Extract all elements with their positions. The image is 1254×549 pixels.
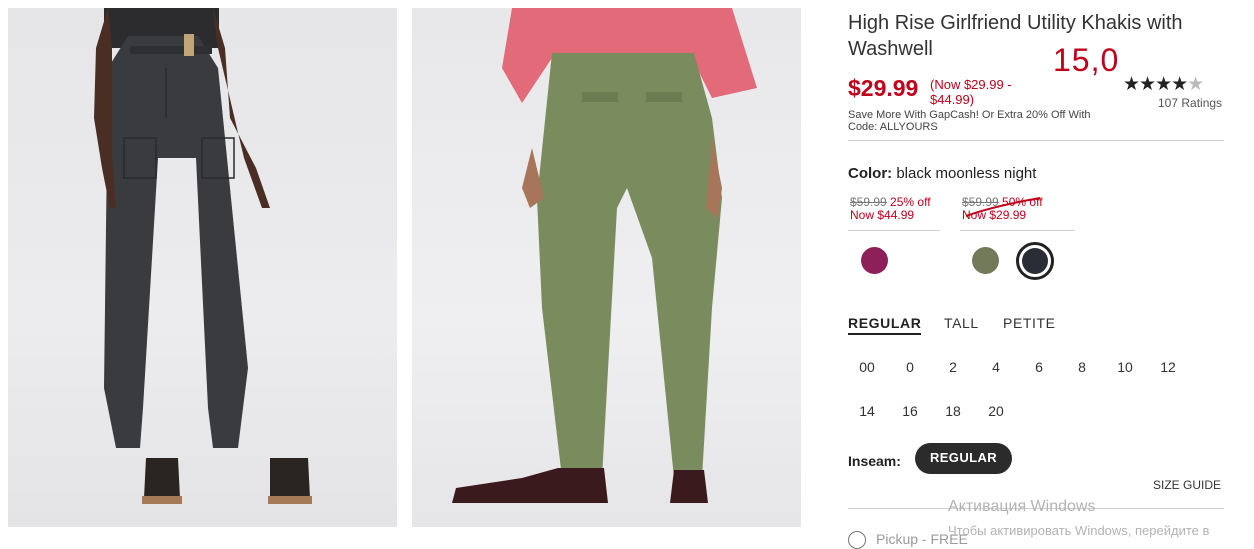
- size-option[interactable]: 4: [976, 359, 1016, 375]
- size-option[interactable]: 0: [890, 359, 930, 375]
- price-group-divider: [960, 230, 1074, 231]
- discount-label: 25% off: [890, 195, 931, 209]
- tab-tall[interactable]: TALL: [944, 315, 979, 331]
- rating-half-star: ★: [1187, 74, 1204, 95]
- price-group-1: $59.99 25% off Now $44.99: [850, 196, 931, 222]
- size-option[interactable]: 18: [933, 403, 973, 419]
- size-option[interactable]: 6: [1019, 359, 1059, 375]
- divider: [848, 140, 1224, 141]
- current-price: $29.99: [848, 75, 919, 101]
- product-image-back[interactable]: [412, 8, 801, 527]
- size-option[interactable]: 2: [933, 359, 973, 375]
- size-option[interactable]: 16: [890, 403, 930, 419]
- swatch-black-moonless-night[interactable]: [1022, 248, 1048, 274]
- inseam-regular-button[interactable]: REGULAR: [915, 443, 1012, 474]
- windows-activation-title: Активация Windows: [948, 498, 1096, 515]
- overlay-number: 15,0: [1053, 42, 1120, 78]
- size-option[interactable]: 00: [847, 359, 887, 375]
- product-title: High Rise Girlfriend Utility Khakis with…: [848, 12, 1183, 60]
- price-group-divider: [848, 230, 940, 231]
- size-option[interactable]: 8: [1062, 359, 1102, 375]
- swatch-magenta[interactable]: [861, 247, 888, 274]
- tab-regular[interactable]: REGULAR: [848, 315, 922, 335]
- promo-text: Save More With GapCash! Or Extra 20% Off…: [848, 109, 1091, 133]
- rating-stars[interactable]: ★★★★★: [1123, 73, 1204, 96]
- selected-color-name: black moonless night: [896, 165, 1037, 182]
- inseam-label: Inseam:: [848, 453, 901, 469]
- color-label: Color:: [848, 165, 893, 182]
- front-view-illustration: [94, 8, 312, 504]
- tab-petite[interactable]: PETITE: [1003, 315, 1056, 331]
- ratings-count[interactable]: 107 Ratings: [1158, 96, 1222, 110]
- size-option[interactable]: 10: [1105, 359, 1145, 375]
- pickup-radio[interactable]: [848, 531, 866, 549]
- size-option[interactable]: 14: [847, 403, 887, 419]
- product-image-front[interactable]: [8, 8, 397, 527]
- price-range: (Now $29.99 - $44.99): [930, 77, 1012, 107]
- was-price: $59.99: [850, 195, 887, 209]
- now-price: Now $44.99: [850, 208, 915, 222]
- windows-activation-text: Чтобы активировать Windows, перейдите в: [948, 523, 1210, 538]
- rating-full-stars: ★★★★: [1123, 74, 1188, 95]
- size-option[interactable]: 20: [976, 403, 1016, 419]
- color-selection-label: Color: black moonless night: [848, 165, 1036, 182]
- product-details-panel: High Rise Girlfriend Utility Khakis with…: [847, 0, 1228, 549]
- swatch-olive[interactable]: [972, 247, 999, 274]
- red-strike-mark: [965, 197, 1041, 217]
- size-option[interactable]: 12: [1148, 359, 1188, 375]
- back-view-illustration: [452, 8, 757, 503]
- size-guide-link[interactable]: SIZE GUIDE: [1153, 478, 1221, 492]
